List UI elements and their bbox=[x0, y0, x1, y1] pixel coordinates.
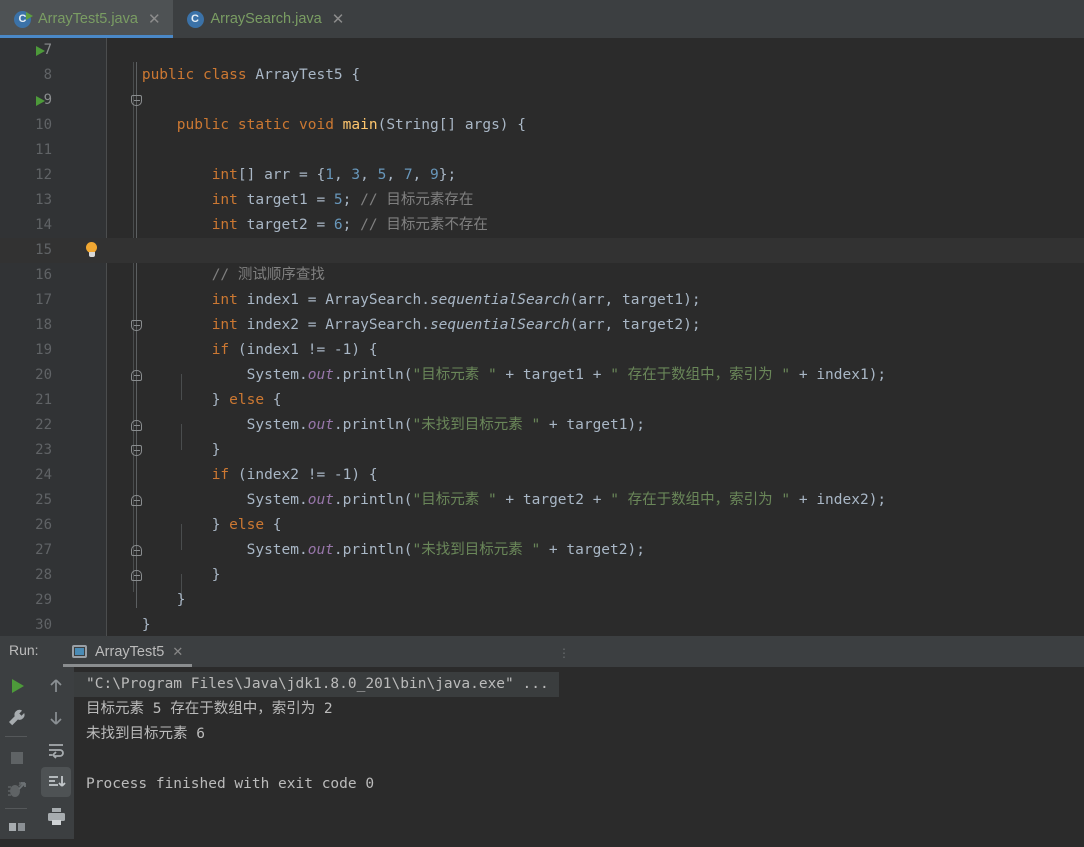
line-number: 23 bbox=[35, 442, 52, 458]
close-icon[interactable]: ✕ bbox=[332, 12, 345, 27]
code-line[interactable]: 13 int target2 = 6; // 目标元素不存在 bbox=[0, 188, 1084, 233]
code-line[interactable]: 24 System.out.println("目标元素 " + target2 … bbox=[0, 463, 1084, 508]
code-line[interactable]: 9 public static void main(String[] args)… bbox=[0, 88, 1084, 133]
console-line: "C:\Program Files\Java\jdk1.8.0_201\bin\… bbox=[74, 672, 1084, 697]
wrench-icon bbox=[9, 709, 25, 726]
run-tool-window-header: Run: ArrayTest5 ✕ ⋮ bbox=[0, 636, 1084, 667]
run-configuration-tab[interactable]: ArrayTest5 ✕ bbox=[63, 636, 193, 667]
code-line[interactable]: 16 int index1 = ArraySearch.sequentialSe… bbox=[0, 263, 1084, 308]
line-number: 16 bbox=[35, 267, 52, 283]
scroll-to-end-icon bbox=[49, 776, 66, 787]
run-tab-label: ArrayTest5 bbox=[95, 643, 165, 660]
line-number: 8 bbox=[43, 67, 52, 83]
toolbar-divider bbox=[5, 808, 27, 809]
code-line[interactable]: 10 bbox=[0, 113, 1084, 138]
line-number: 12 bbox=[35, 167, 52, 183]
code-line[interactable]: 28 } bbox=[0, 563, 1084, 608]
scroll-to-end-button[interactable] bbox=[41, 767, 71, 797]
editor-tab-arraysearch[interactable]: C ArraySearch.java ✕ bbox=[173, 0, 357, 38]
run-toolbar-right bbox=[37, 667, 73, 839]
code-line[interactable]: 18 if (index1 != -1) { bbox=[0, 313, 1084, 358]
code-line[interactable]: 30 bbox=[0, 613, 1084, 636]
console-line-text: 未找到目标元素 6 bbox=[86, 726, 205, 742]
line-number: 29 bbox=[35, 592, 52, 608]
line-number: 14 bbox=[35, 217, 52, 233]
code-line[interactable]: 8 bbox=[0, 63, 1084, 88]
line-number: 11 bbox=[35, 142, 52, 158]
idea-window: C ArrayTest5.java ✕ C ArraySearch.java ✕ bbox=[0, 0, 1084, 839]
scroll-down-button[interactable] bbox=[41, 703, 71, 733]
line-number: 18 bbox=[35, 317, 52, 333]
line-number: 19 bbox=[35, 342, 52, 358]
run-gutter-icon[interactable] bbox=[36, 96, 45, 106]
arrow-down-icon bbox=[50, 712, 62, 725]
run-arrow-overlay-icon bbox=[26, 11, 33, 20]
console-icon bbox=[72, 645, 87, 658]
line-number: 22 bbox=[35, 417, 52, 433]
line-number: 28 bbox=[35, 567, 52, 583]
soft-wrap-button[interactable] bbox=[41, 735, 71, 765]
editor-tab-label: ArrayTest5.java bbox=[38, 11, 138, 27]
line-number: 25 bbox=[35, 492, 52, 508]
code-line[interactable]: 26 System.out.println("未找到目标元素 " + targe… bbox=[0, 513, 1084, 558]
line-number: 20 bbox=[35, 367, 52, 383]
settings-button[interactable] bbox=[2, 703, 32, 733]
line-number: 10 bbox=[35, 117, 52, 133]
code-line[interactable]: 20 } else { bbox=[0, 363, 1084, 408]
line-number: 26 bbox=[35, 517, 52, 533]
code-editor[interactable]: 7 public class ArrayTest5 { 8 9 public s… bbox=[0, 38, 1084, 636]
more-options-icon[interactable]: ⋮ bbox=[558, 646, 570, 660]
console-line-text: 目标元素 5 存在于数组中，索引为 2 bbox=[86, 701, 333, 717]
code-line[interactable]: 19 System.out.println("目标元素 " + target1 … bbox=[0, 338, 1084, 383]
console-line-text: "C:\Program Files\Java\jdk1.8.0_201\bin\… bbox=[74, 672, 559, 697]
java-class-icon: C bbox=[186, 10, 204, 28]
rerun-button[interactable] bbox=[2, 671, 32, 701]
run-tool-window: Run: ArrayTest5 ✕ ⋮ "C:\Program Files\Ja… bbox=[0, 636, 1084, 839]
line-number: 17 bbox=[35, 292, 52, 308]
editor-tab-label: ArraySearch.java bbox=[210, 11, 322, 27]
close-icon[interactable]: ✕ bbox=[172, 644, 183, 660]
toolbar-divider bbox=[5, 736, 27, 737]
arrow-up-icon bbox=[50, 679, 62, 692]
line-number: 21 bbox=[35, 392, 52, 408]
printer-icon bbox=[48, 808, 65, 825]
close-icon[interactable]: ✕ bbox=[148, 12, 161, 27]
line-number: 27 bbox=[35, 542, 52, 558]
editor-tab-arraytest5[interactable]: C ArrayTest5.java ✕ bbox=[0, 0, 173, 38]
code-line-current[interactable]: 15 // 测试顺序查找 bbox=[0, 238, 1084, 283]
code-line[interactable]: 21 System.out.println("未找到目标元素 " + targe… bbox=[0, 388, 1084, 433]
run-toolbar-left bbox=[0, 667, 36, 839]
run-gutter-icon[interactable] bbox=[36, 46, 45, 56]
code-line[interactable]: 23 if (index2 != -1) { bbox=[0, 438, 1084, 483]
console-line-text: Process finished with exit code 0 bbox=[86, 776, 375, 792]
code-line[interactable]: 12 int target1 = 5; // 目标元素存在 bbox=[0, 163, 1084, 208]
line-number: 24 bbox=[35, 467, 52, 483]
code-line[interactable]: 27 } bbox=[0, 538, 1084, 583]
stop-button[interactable] bbox=[2, 743, 32, 773]
run-label: Run: bbox=[9, 642, 39, 658]
line-number: 13 bbox=[35, 192, 52, 208]
rerun-failed-tests-button[interactable] bbox=[2, 775, 32, 805]
print-button[interactable] bbox=[41, 801, 71, 831]
code-line[interactable]: 7 public class ArrayTest5 { bbox=[0, 38, 1084, 83]
scroll-up-button[interactable] bbox=[41, 671, 71, 701]
bug-icon bbox=[8, 782, 26, 797]
code-line[interactable]: 14 bbox=[0, 213, 1084, 238]
line-number: 15 bbox=[35, 242, 52, 258]
java-class-runnable-icon: C bbox=[14, 10, 33, 28]
code-line[interactable]: 17 int index2 = ArraySearch.sequentialSe… bbox=[0, 288, 1084, 333]
class-letter: C bbox=[186, 10, 204, 28]
stop-square-icon bbox=[11, 752, 23, 764]
soft-wrap-icon bbox=[49, 744, 64, 759]
console-output[interactable]: "C:\Program Files\Java\jdk1.8.0_201\bin\… bbox=[74, 667, 1084, 839]
code-line[interactable]: 25 } else { bbox=[0, 488, 1084, 533]
code-line[interactable]: 29 } bbox=[0, 588, 1084, 633]
code-line[interactable]: 22 } bbox=[0, 413, 1084, 458]
code-line[interactable]: 11 int[] arr = {1, 3, 5, 7, 9}; bbox=[0, 138, 1084, 183]
line-number: 30 bbox=[35, 617, 52, 633]
editor-tab-bar: C ArrayTest5.java ✕ C ArraySearch.java ✕ bbox=[0, 0, 1084, 38]
play-icon bbox=[12, 679, 24, 693]
